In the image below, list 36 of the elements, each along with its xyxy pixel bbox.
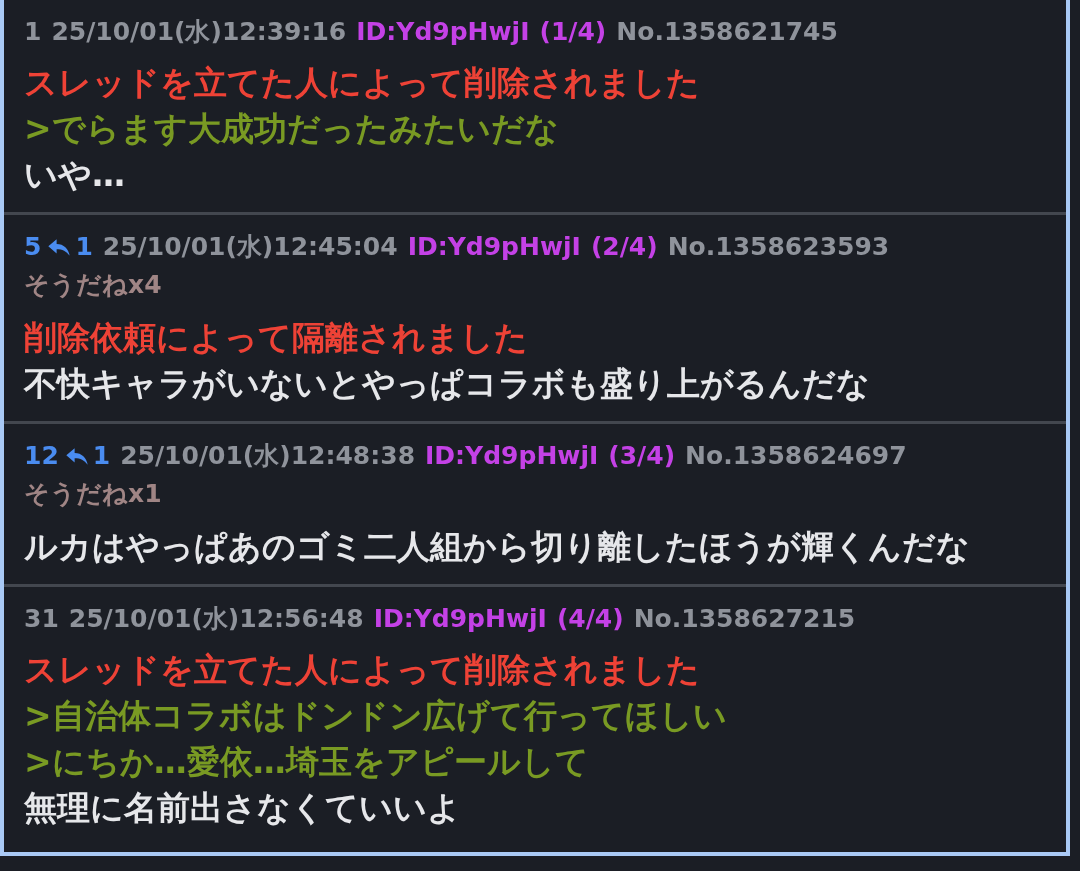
soudane-count[interactable]: そうだねx1 [24, 474, 162, 514]
deletion-notice: 削除依頼によって隔離されました [24, 317, 529, 359]
quoted-text: >にちか…愛依…埼玉をアピールして [24, 741, 590, 783]
id-post-count: (2/4) [590, 231, 658, 263]
post-date: 25/10/01(水)12:45:04 [102, 231, 398, 263]
post-text: いや… [24, 154, 126, 196]
poster-id[interactable]: ID:Yd9pHwjI [425, 438, 599, 474]
post-number[interactable]: 12 [24, 438, 59, 474]
deletion-notice: スレッドを立てた人によって削除されました [24, 62, 701, 104]
post-no[interactable]: No.1358624697 [685, 438, 907, 474]
id-post-count: (1/4) [539, 16, 607, 48]
poster-id[interactable]: ID:Yd9pHwjI [373, 601, 547, 637]
post-number: 31 [24, 603, 59, 635]
id-post-count: (3/4) [608, 440, 676, 472]
post-number[interactable]: 5 [24, 229, 42, 265]
post-no[interactable]: No.1358623593 [667, 229, 890, 265]
post-text: ルカはやっぱあのゴミ二人組から切り離したほうが輝くんだな [24, 526, 971, 568]
post-text: 不快キャラがいないとやっぱコラボも盛り上がるんだな [24, 363, 871, 405]
soudane-count[interactable]: そうだねx4 [24, 265, 162, 305]
post-no[interactable]: No.1358627215 [633, 601, 856, 637]
post-number: 1 [24, 16, 42, 48]
poster-id[interactable]: ID:Yd9pHwjI [356, 14, 530, 50]
post-date: 25/10/01(水)12:56:48 [68, 603, 364, 635]
post-text: 無理に名前出さなくていいよ [24, 787, 462, 829]
post-date: 25/10/01(水)12:39:16 [51, 16, 347, 48]
reply-count[interactable]: 1 [75, 229, 93, 265]
reply-arrow-icon [47, 237, 72, 257]
quoted-text: >でらます大成功だったみたいだな [24, 108, 560, 150]
quoted-text: >自治体コラボはドンドン広げて行ってほしい [24, 695, 728, 737]
post-date: 25/10/01(水)12:48:38 [120, 440, 416, 472]
reply-count[interactable]: 1 [92, 438, 111, 474]
post-no[interactable]: No.1358621745 [616, 14, 838, 50]
poster-id[interactable]: ID:Yd9pHwjI [407, 229, 581, 265]
deletion-notice: スレッドを立てた人によって削除されました [24, 649, 701, 691]
reply-arrow-icon [64, 446, 89, 466]
id-post-count: (4/4) [556, 603, 624, 635]
